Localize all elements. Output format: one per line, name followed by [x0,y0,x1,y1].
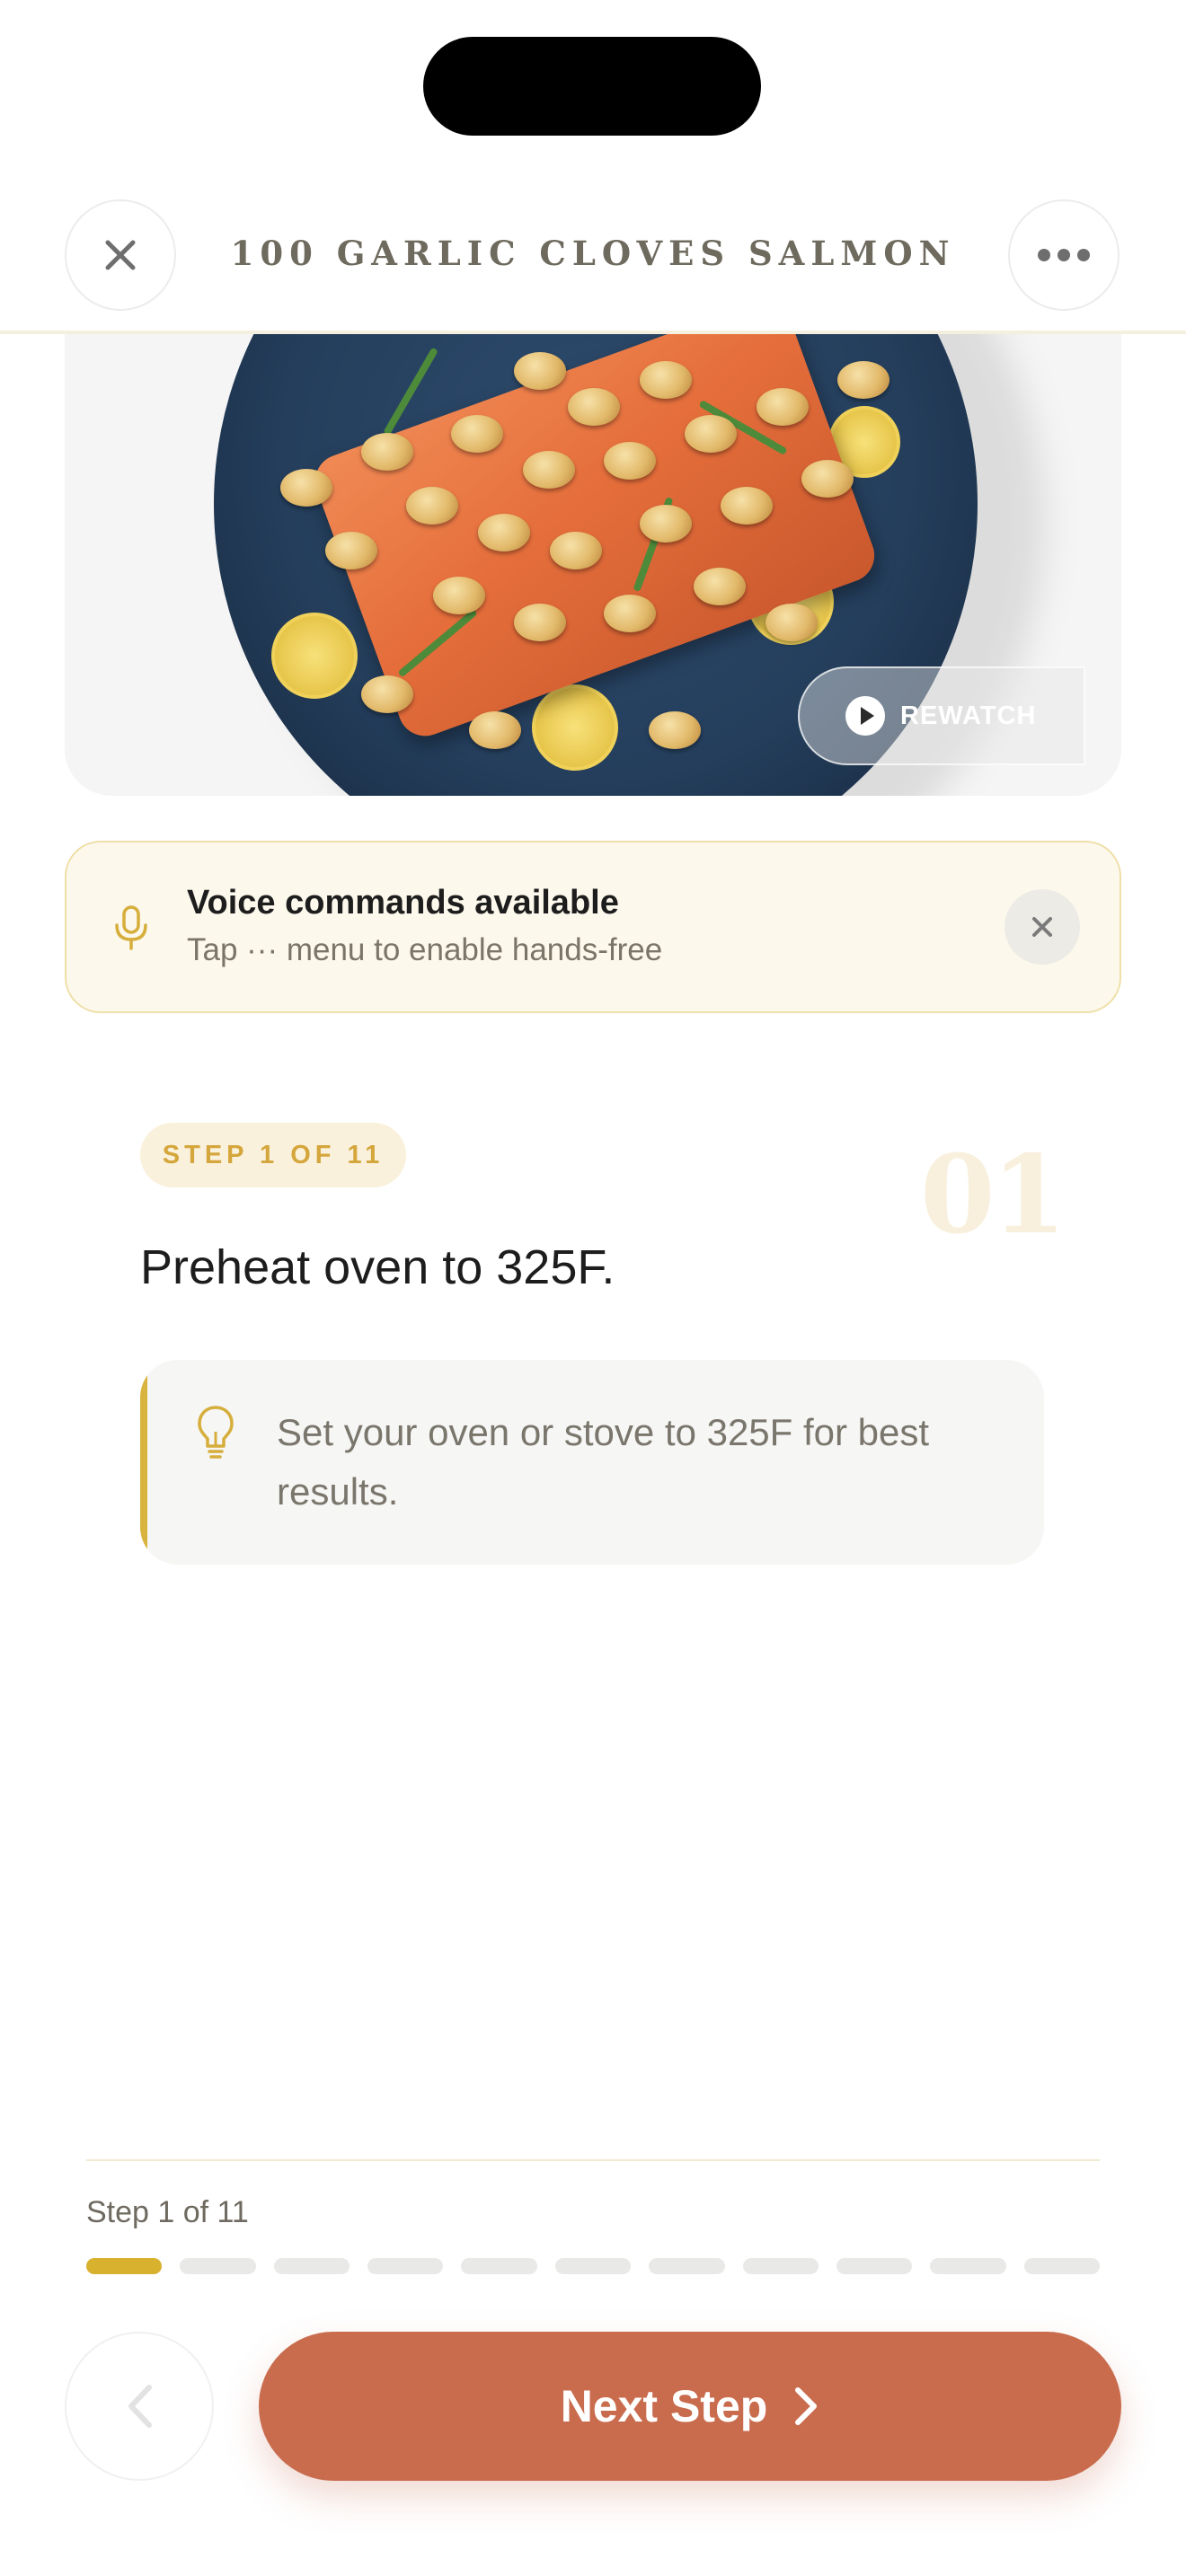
tip-card: Set your oven or stove to 325F for best … [140,1360,1044,1565]
chevron-left-icon [128,2385,152,2428]
progress-segment [461,2258,537,2274]
more-options-button[interactable] [1008,199,1120,311]
progress-segment [742,2258,819,2274]
recipe-title: 100 GARLIC CLOVES SALMON [230,234,956,273]
voice-commands-banner: Voice commands available Tap ··· menu to… [65,841,1121,1013]
progress-segment [86,2258,163,2274]
recipe-hero-image: REWATCH [65,334,1121,796]
progress-segment [930,2258,1006,2274]
microphone-icon [115,905,147,950]
lightbulb-icon [198,1406,234,1459]
step-instruction: Preheat oven to 325F. [140,1240,615,1294]
bottom-divider [86,2159,1100,2161]
progress-segment [273,2258,350,2274]
previous-step-button[interactable] [65,2332,214,2481]
more-horizontal-icon [1038,249,1090,261]
close-button[interactable] [65,199,176,311]
progress-segment [649,2258,725,2274]
next-step-label: Next Step [560,2381,768,2431]
progress-segment [554,2258,632,2274]
tip-accent-bar [140,1360,147,1565]
close-icon [1032,917,1052,937]
voice-banner-subtitle: Tap ··· menu to enable hands-free [187,932,663,967]
progress-segment [367,2258,444,2274]
step-badge: STEP 1 OF 11 [140,1123,406,1187]
progress-segment [836,2258,913,2274]
progress-segment [180,2258,256,2274]
rewatch-label: REWATCH [900,701,1037,730]
play-icon [845,696,885,736]
dynamic-island [423,37,761,136]
close-icon [105,240,136,270]
chevron-right-icon [795,2387,818,2425]
voice-banner-title: Voice commands available [187,884,619,922]
tip-text: Set your oven or stove to 325F for best … [277,1411,930,1513]
step-number-watermark: 01 [920,1132,1067,1258]
next-step-button[interactable]: Next Step [259,2332,1121,2481]
step-progress-bar [86,2258,1100,2274]
progress-label: Step 1 of 11 [86,2195,249,2229]
progress-segment [1023,2258,1100,2274]
rewatch-button[interactable]: REWATCH [798,666,1085,765]
top-bar: 100 GARLIC CLOVES SALMON [0,180,1186,334]
dismiss-voice-banner-button[interactable] [1005,889,1080,965]
